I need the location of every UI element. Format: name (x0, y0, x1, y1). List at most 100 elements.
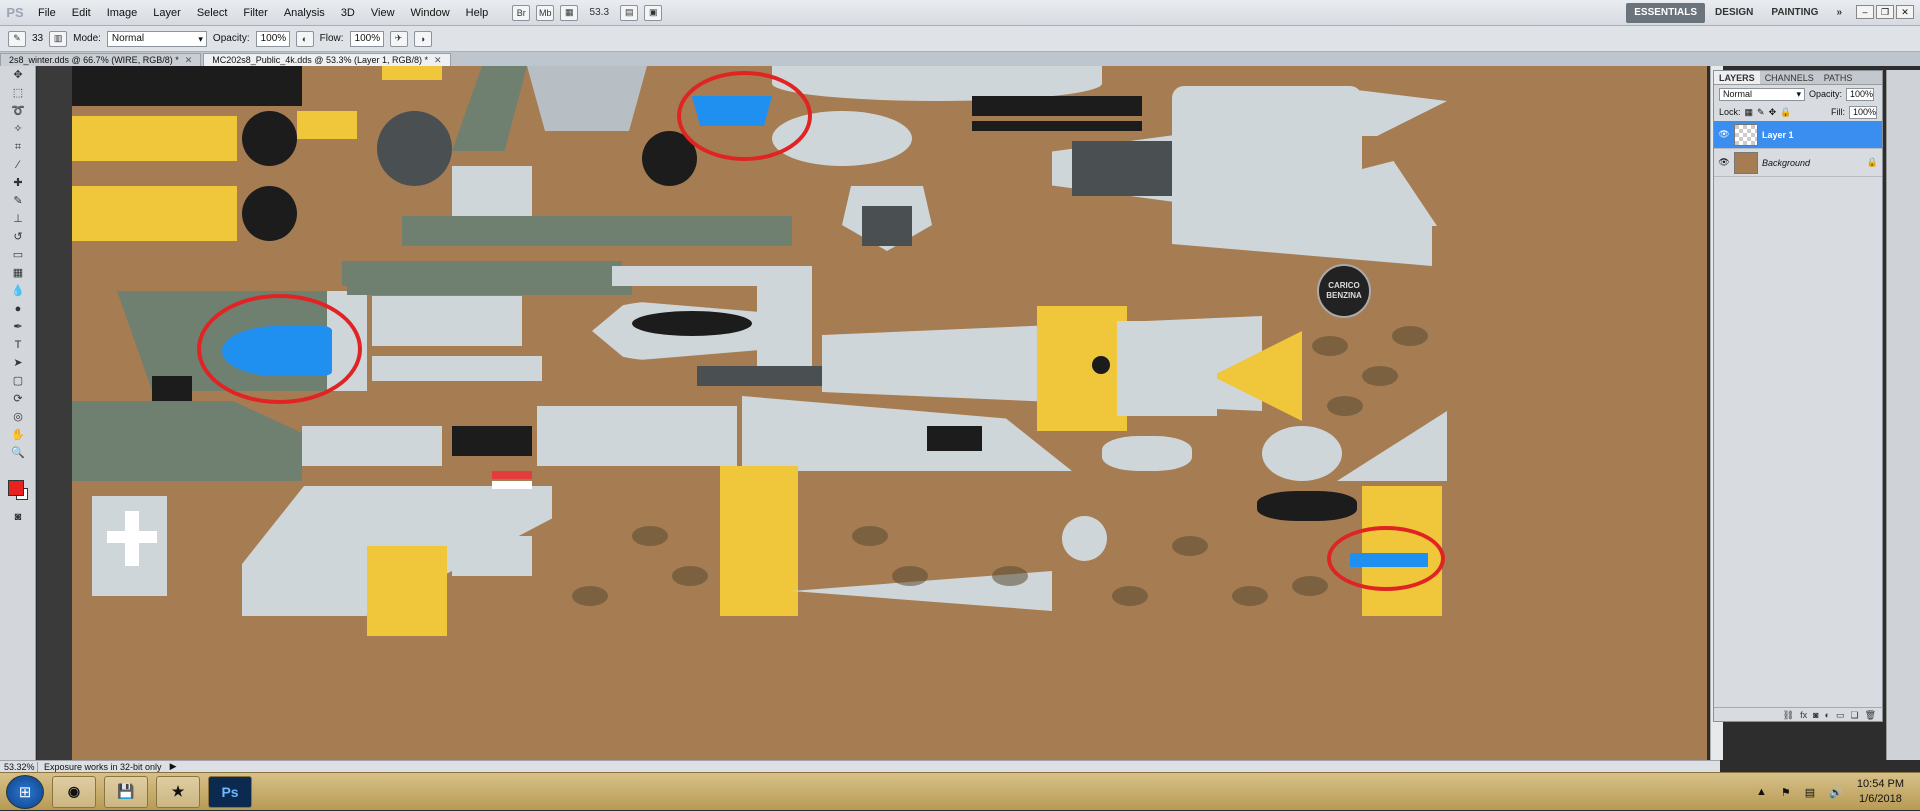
close-icon[interactable]: ✕ (434, 55, 442, 65)
pressure-opacity-icon[interactable]: ◐ (295, 30, 314, 47)
stamp-tool-icon[interactable]: ⊥ (7, 211, 29, 228)
adjustment-icon[interactable]: ◐ (1825, 708, 1830, 721)
zoom-tool-icon[interactable]: 🔍 (7, 445, 29, 462)
menu-file[interactable]: File (30, 0, 64, 26)
brush-tool-icon[interactable]: ✎ (7, 193, 29, 210)
opacity-field[interactable]: 100% (255, 30, 290, 47)
trash-icon[interactable]: 🗑 (1865, 708, 1876, 721)
eraser-tool-icon[interactable]: ▭ (7, 247, 29, 264)
eye-icon[interactable]: 👁 (1718, 157, 1730, 168)
type-tool-icon[interactable]: T (7, 337, 29, 354)
texture-part (452, 166, 532, 221)
menu-image[interactable]: Image (99, 0, 146, 26)
quick-select-tool-icon[interactable]: ✧ (7, 121, 29, 138)
workspace-painting[interactable]: PAINTING (1763, 3, 1826, 23)
brush-panel-toggle-icon[interactable]: ▥ (49, 30, 68, 47)
close-icon[interactable]: ✕ (185, 55, 193, 65)
eye-icon[interactable]: 👁 (1718, 129, 1730, 140)
status-zoom[interactable]: 53.32% (0, 761, 38, 772)
hand-tool-icon[interactable]: ✋ (7, 427, 29, 444)
tab-layers[interactable]: LAYERS (1714, 71, 1760, 84)
blend-mode-select[interactable]: Normal (1719, 87, 1805, 101)
menu-analysis[interactable]: Analysis (276, 0, 333, 26)
airbrush-icon[interactable]: ✈ (389, 30, 408, 47)
texture-part (972, 121, 1142, 131)
history-brush-tool-icon[interactable]: ↺ (7, 229, 29, 246)
restore-icon[interactable]: ❐ (1876, 5, 1894, 19)
taskbar-chrome[interactable]: ◉ (52, 775, 96, 808)
menu-filter[interactable]: Filter (235, 0, 275, 26)
new-layer-icon[interactable]: ❏ (1850, 708, 1858, 721)
brush-size-readout[interactable]: 33 (32, 33, 43, 44)
view-extras-button[interactable]: ▦ (560, 4, 579, 21)
workspace-essentials[interactable]: ESSENTIALS (1626, 3, 1706, 23)
pen-tool-icon[interactable]: ✒ (7, 319, 29, 336)
clock[interactable]: 10:54 PM 1/6/2018 (1857, 777, 1904, 807)
link-icon[interactable]: ⛓ (1783, 708, 1794, 721)
lock-all-icon[interactable]: 🔒 (1780, 107, 1791, 118)
taskbar-star-app[interactable]: ★ (156, 775, 200, 808)
panel-dock-strip (1886, 70, 1920, 760)
layer-row-background[interactable]: 👁 Background 🔒 (1714, 149, 1882, 177)
fx-icon[interactable]: fx (1800, 708, 1807, 721)
crop-tool-icon[interactable]: ⌗ (7, 139, 29, 156)
taskbar-disk-app[interactable]: 💾 (104, 775, 148, 808)
mask-icon[interactable]: ◙ (1813, 708, 1818, 721)
tab-paths[interactable]: PATHS (1819, 71, 1858, 84)
gradient-tool-icon[interactable]: ▦ (7, 265, 29, 282)
layer-opacity-field[interactable]: 100% (1846, 87, 1875, 101)
healing-tool-icon[interactable]: ✚ (7, 175, 29, 192)
tray-arrow-icon[interactable]: ▲ (1756, 786, 1767, 798)
foreground-color-swatch[interactable] (8, 480, 24, 496)
shape-tool-icon[interactable]: ▢ (7, 373, 29, 390)
menu-help[interactable]: Help (458, 0, 497, 26)
brush-tool-icon[interactable]: ✎ (8, 30, 26, 47)
texture-image[interactable]: CARICO BENZINA (72, 66, 1707, 760)
minibridge-button[interactable]: Mb (536, 4, 555, 21)
quick-mask-icon[interactable]: ◙ (7, 509, 29, 526)
fill-field[interactable]: 100% (1849, 105, 1877, 119)
arrange-documents-button[interactable]: ▤ (620, 4, 639, 21)
start-button[interactable]: ⊞ (6, 774, 44, 809)
canvas-area[interactable]: CARICO BENZINA (37, 66, 1707, 760)
lock-pixels-icon[interactable]: ✎ (1757, 107, 1765, 118)
menu-3d[interactable]: 3D (333, 0, 363, 26)
move-tool-icon[interactable]: ✥ (7, 67, 29, 84)
workspace-design[interactable]: DESIGN (1707, 3, 1761, 23)
taskbar-photoshop[interactable]: Ps (208, 775, 252, 808)
lock-position-icon[interactable]: ✥ (1769, 107, 1777, 118)
path-select-tool-icon[interactable]: ➤ (7, 355, 29, 372)
network-icon[interactable]: ▤ (1805, 786, 1815, 799)
minimize-icon[interactable]: – (1856, 5, 1874, 19)
menu-window[interactable]: Window (403, 0, 458, 26)
volume-icon[interactable]: 🔊 (1829, 786, 1843, 799)
menu-edit[interactable]: Edit (64, 0, 99, 26)
3d-rotate-tool-icon[interactable]: ⟳ (7, 391, 29, 408)
layer-row-layer-1[interactable]: 👁 Layer 1 (1714, 121, 1882, 149)
texture-part (382, 66, 442, 80)
close-icon[interactable]: ✕ (1896, 5, 1914, 19)
3d-orbit-tool-icon[interactable]: ◎ (7, 409, 29, 426)
mode-select[interactable]: Normal (106, 30, 207, 47)
tab-winter-dds[interactable]: 2s8_winter.dds @ 66.7% (WIRE, RGB/8) * ✕ (0, 53, 202, 66)
workspace-more-button[interactable]: » (1828, 3, 1850, 23)
tab-public-4k-dds[interactable]: MC202s8_Public_4k.dds @ 53.3% (Layer 1, … (203, 53, 451, 66)
folder-icon[interactable]: ▭ (1836, 708, 1845, 721)
menu-view[interactable]: View (363, 0, 403, 26)
flag-icon[interactable]: ⚑ (1781, 786, 1791, 799)
bridge-button[interactable]: Br (512, 4, 531, 21)
eyedropper-tool-icon[interactable]: ⁄ (7, 157, 29, 174)
blur-tool-icon[interactable]: 💧 (7, 283, 29, 300)
marquee-tool-icon[interactable]: ⬚ (7, 85, 29, 102)
screen-mode-button[interactable]: ▣ (644, 4, 663, 21)
menu-select[interactable]: Select (189, 0, 236, 26)
lock-transparency-icon[interactable]: ▦ (1745, 107, 1754, 118)
tab-channels[interactable]: CHANNELS (1760, 71, 1819, 84)
dodge-tool-icon[interactable]: ● (7, 301, 29, 318)
lasso-tool-icon[interactable]: ➰ (7, 103, 29, 120)
flow-field[interactable]: 100% (349, 30, 384, 47)
status-arrow-icon[interactable]: ▶ (170, 761, 177, 772)
menu-layer[interactable]: Layer (145, 0, 189, 26)
pressure-size-icon[interactable]: ◑ (413, 30, 432, 47)
zoom-level-menu[interactable]: 53.3 (584, 7, 614, 18)
